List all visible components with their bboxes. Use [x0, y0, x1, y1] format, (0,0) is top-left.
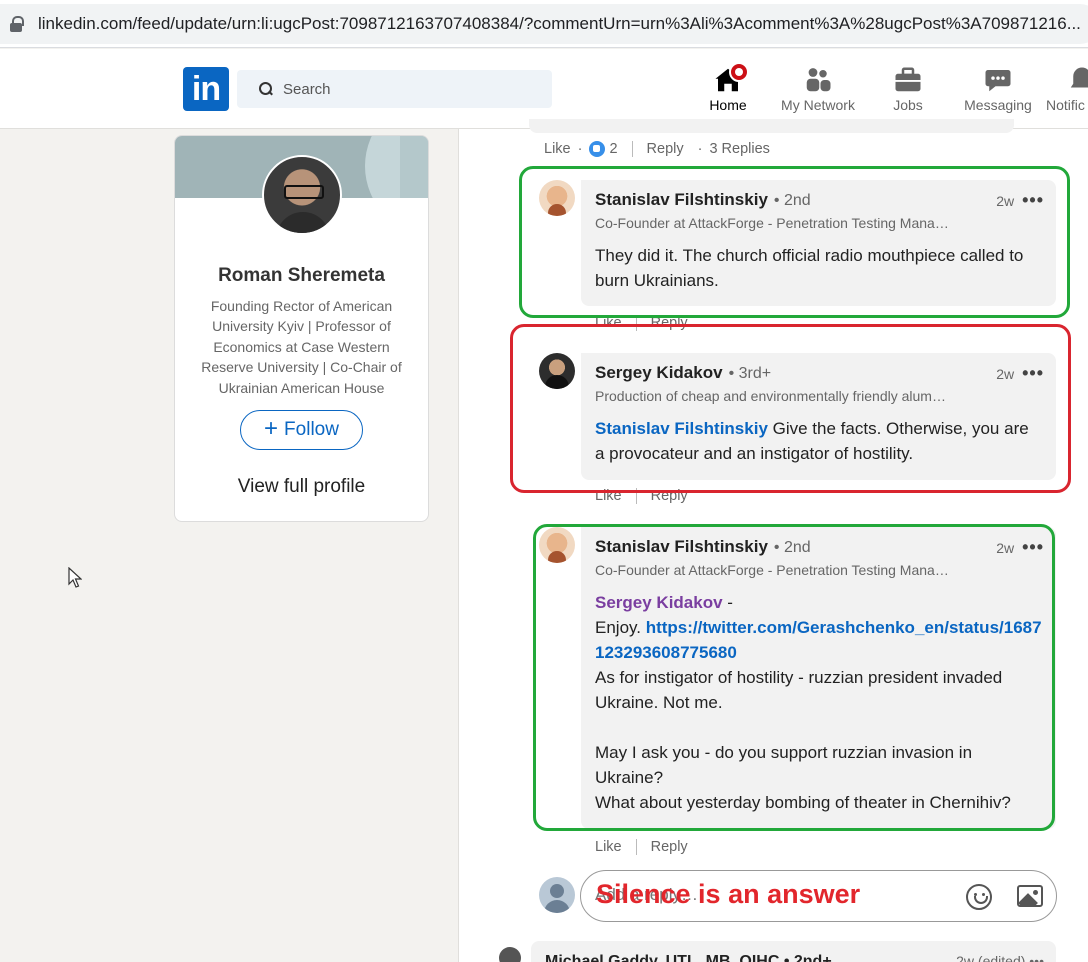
profile-headline: Founding Rector of American University K… [201, 298, 402, 396]
nav-jobs[interactable]: Jobs [880, 61, 936, 125]
like-button[interactable]: Like [595, 839, 622, 855]
like-count[interactable]: 2 [609, 141, 617, 157]
replies-count-link[interactable]: 3 Replies [709, 141, 769, 157]
linkedin-header: in Home My Network Jobs Messaging [0, 49, 1088, 129]
nav-my-network[interactable]: My Network [776, 61, 860, 125]
follow-button[interactable]: + Follow [240, 410, 363, 450]
nav-home[interactable]: Home [683, 61, 773, 125]
nav-messaging[interactable]: Messaging [958, 61, 1038, 125]
green-highlight-box [519, 166, 1070, 318]
nav-notifications[interactable]: Notific [1044, 61, 1088, 125]
url-text[interactable]: linkedin.com/feed/update/urn:li:ugcPost:… [38, 14, 1088, 34]
comment-thread: Like · 2 Reply · 3 Replies Stanislav Fil… [458, 119, 1088, 962]
view-full-profile-link[interactable]: View full profile [175, 476, 428, 498]
search-bar[interactable] [237, 70, 552, 108]
network-icon [806, 68, 831, 92]
reply-button[interactable]: Reply [647, 141, 684, 157]
bell-icon [1070, 67, 1088, 88]
comment-meta: 2w (edited) ••• [956, 953, 1044, 962]
profile-name[interactable]: Roman Sheremeta [175, 265, 428, 287]
linkedin-logo[interactable]: in [183, 67, 229, 111]
search-input[interactable] [283, 80, 523, 98]
browser-url-bar: linkedin.com/feed/update/urn:li:ugcPost:… [0, 0, 1088, 48]
comment-actions: Like Reply [595, 839, 688, 855]
red-highlight-box [510, 324, 1071, 493]
briefcase-icon [895, 67, 921, 92]
like-reaction-icon[interactable] [589, 141, 606, 157]
previous-comment-bubble [529, 119, 1014, 133]
emoji-icon[interactable] [966, 884, 992, 910]
commenter-name[interactable]: Michael Gaddy, UTL, MB, QIHC • 2nd+ [545, 953, 832, 962]
profile-card: Roman Sheremeta Founding Rector of Ameri… [174, 135, 429, 522]
mouse-cursor-icon [68, 567, 82, 588]
address-field[interactable]: linkedin.com/feed/update/urn:li:ugcPost:… [0, 4, 1088, 44]
reply-button[interactable]: Reply [651, 839, 688, 855]
like-button[interactable]: Like [544, 141, 571, 157]
plus-icon: + [264, 414, 279, 442]
profile-avatar[interactable] [262, 155, 342, 235]
current-user-avatar [539, 877, 575, 913]
notification-badge [729, 62, 749, 82]
image-icon[interactable] [1017, 885, 1043, 907]
green-highlight-box [533, 524, 1055, 831]
comment-bubble: Michael Gaddy, UTL, MB, QIHC • 2nd+ 2w (… [531, 941, 1056, 962]
commenter-avatar[interactable] [499, 947, 521, 962]
follow-label: Follow [284, 419, 339, 440]
search-icon [259, 82, 273, 96]
lock-icon[interactable] [10, 16, 24, 32]
messaging-icon [985, 70, 1011, 92]
comment-actions: Like · 2 Reply · 3 Replies [544, 141, 770, 157]
annotation-text: Silence is an answer [596, 879, 861, 909]
